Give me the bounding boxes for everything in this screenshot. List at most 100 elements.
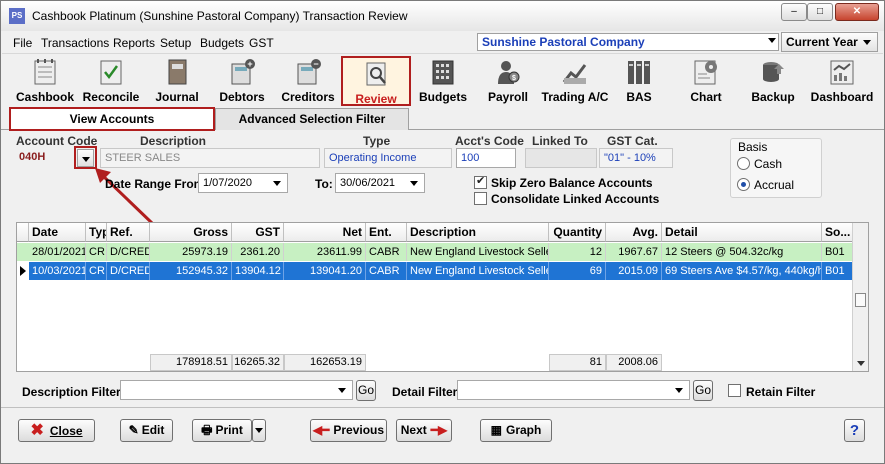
print-button-label: Print (215, 423, 243, 437)
close-window-button[interactable]: ✕ (835, 3, 879, 21)
date-from-input[interactable]: 1/07/2020 (198, 173, 288, 193)
cell-source: B01 (822, 262, 853, 280)
toolbar-chart[interactable]: Chart (677, 56, 735, 106)
toolbar-reconcile[interactable]: Reconcile (80, 56, 142, 106)
toolbar-bas[interactable]: BAS (614, 56, 664, 106)
date-to-input[interactable]: 30/06/2021 (335, 173, 425, 193)
menu-reports[interactable]: Reports (113, 36, 155, 50)
year-select-value: Current Year (786, 35, 858, 49)
previous-button[interactable]: ◀━ Previous (310, 419, 387, 442)
print-button[interactable]: 🖶 Print (192, 419, 252, 442)
linked-to-field (525, 148, 597, 168)
col-date[interactable]: Date (29, 223, 86, 242)
date-to-value: 30/06/2021 (340, 177, 396, 189)
tab-strip: View Accounts Advanced Selection Filter (1, 106, 884, 131)
toolbar-budgets-label: Budgets (419, 90, 467, 104)
toolbar-trading[interactable]: Trading A/C (540, 56, 610, 106)
col-quantity[interactable]: Quantity (549, 223, 606, 242)
edit-button[interactable]: ✎ Edit (120, 419, 173, 442)
toolbar-cashbook[interactable]: Cashbook (14, 56, 76, 106)
table-row-selected[interactable]: 10/03/2021 CR D/CRED 152945.32 13904.12 … (17, 262, 853, 280)
detail-filter-input[interactable] (457, 380, 690, 400)
skip-zero-checkbox[interactable] (474, 174, 487, 189)
cell-description: New England Livestock Selle (407, 262, 549, 280)
table-row[interactable]: 28/01/2021 CR D/CRED 25973.19 2361.20 23… (17, 243, 853, 261)
tab-view-accounts[interactable]: View Accounts (9, 107, 215, 131)
basis-accrual-radio[interactable] (737, 178, 750, 191)
cell-ref: D/CRED (107, 262, 150, 280)
col-gst[interactable]: GST (232, 223, 284, 242)
cell-net: 139041.20 (284, 262, 366, 280)
year-select[interactable]: Current Year (781, 32, 878, 52)
scroll-down-icon[interactable] (856, 359, 866, 367)
menu-gst[interactable]: GST (249, 36, 274, 50)
cell-gross: 25973.19 (150, 243, 232, 261)
creditors-icon: − (297, 59, 321, 85)
toolbar-creditors[interactable]: − Creditors (277, 56, 339, 106)
description-filter-go-button[interactable]: Go (356, 380, 376, 401)
window-title: Cashbook Platinum (Sunshine Pastoral Com… (32, 9, 408, 23)
table-scrollbar[interactable] (852, 223, 868, 371)
tab-advanced-filter[interactable]: Advanced Selection Filter (215, 108, 409, 130)
cell-net: 23611.99 (284, 243, 366, 261)
col-gross[interactable]: Gross (150, 223, 232, 242)
reconcile-icon (100, 60, 122, 85)
menu-file[interactable]: File (13, 36, 32, 50)
consolidate-checkbox[interactable] (474, 192, 487, 205)
main-toolbar: Cashbook Reconcile Journal + Debtors − C… (2, 53, 883, 106)
type-label: Type (363, 134, 391, 148)
date-from-value: 1/07/2020 (203, 177, 252, 189)
transactions-table: Date Typ Ref. Gross GST Net Ent. Descrip… (16, 222, 869, 372)
basis-cash-radio[interactable] (737, 157, 750, 170)
col-detail[interactable]: Detail (662, 223, 822, 242)
toolbar-journal[interactable]: Journal (148, 56, 206, 106)
print-options-button[interactable] (252, 419, 266, 442)
basis-label: Basis (738, 140, 768, 154)
help-button[interactable]: ? (844, 419, 865, 442)
minimize-button[interactable]: – (781, 3, 807, 21)
close-icon: ✖ (30, 422, 44, 439)
cell-typ: CR (86, 262, 107, 280)
detail-filter-go-button[interactable]: Go (693, 380, 713, 401)
col-avg[interactable]: Avg. (606, 223, 662, 242)
toolbar-backup[interactable]: Backup (745, 56, 801, 106)
col-source[interactable]: So... (822, 223, 853, 242)
cell-ent: CABR (366, 262, 407, 280)
menu-transactions[interactable]: Transactions (41, 36, 109, 50)
col-net[interactable]: Net (284, 223, 366, 242)
app-icon: PS (9, 8, 25, 24)
toolbar-cashbook-label: Cashbook (15, 90, 74, 104)
toolbar-journal-label: Journal (155, 90, 199, 104)
toolbar-debtors[interactable]: + Debtors (212, 56, 272, 106)
toolbar-payroll-label: Payroll (487, 90, 529, 104)
col-description[interactable]: Description (407, 223, 549, 242)
chevron-down-icon (334, 381, 351, 398)
edit-button-label: Edit (141, 423, 165, 437)
scrollbar-thumb[interactable] (855, 293, 866, 307)
next-button[interactable]: Next ━▶ (396, 419, 452, 442)
maximize-button[interactable]: □ (807, 3, 833, 21)
menu-budgets[interactable]: Budgets (200, 36, 244, 50)
cell-avg: 2015.09 (606, 262, 662, 280)
col-ref[interactable]: Ref. (107, 223, 150, 242)
toolbar-budgets[interactable]: Budgets (412, 56, 474, 106)
close-button[interactable]: ✖ Close (18, 419, 95, 442)
description-label: Description (140, 134, 207, 148)
retain-filter-checkbox[interactable] (728, 384, 741, 397)
toolbar-review[interactable]: Review (341, 56, 411, 106)
chart-icon (694, 60, 717, 85)
menu-setup[interactable]: Setup (160, 36, 191, 50)
description-filter-input[interactable] (120, 380, 353, 400)
backup-icon (763, 62, 784, 82)
graph-button[interactable]: ▦ Graph (480, 419, 552, 442)
col-ent[interactable]: Ent. (366, 223, 407, 242)
toolbar-dashboard[interactable]: Dashboard (806, 56, 878, 106)
row-pointer-icon (20, 266, 26, 276)
consolidate-label: Consolidate Linked Accounts (491, 192, 660, 206)
toolbar-payroll[interactable]: $ Payroll (480, 56, 536, 106)
date-from-label: Date Range From: (105, 177, 209, 191)
cell-detail: 12 Steers @ 504.32c/kg (662, 243, 822, 261)
journal-icon (168, 59, 187, 85)
company-select[interactable]: Sunshine Pastoral Company (477, 33, 779, 51)
col-typ[interactable]: Typ (86, 223, 107, 242)
